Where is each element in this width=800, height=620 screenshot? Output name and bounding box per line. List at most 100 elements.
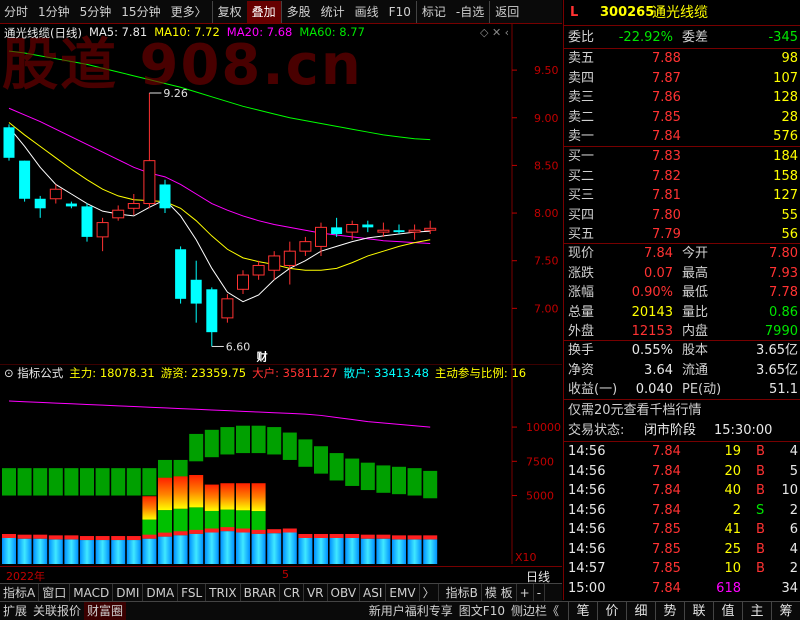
chart-settings-icon[interactable]: ◇ ✕ ‹ xyxy=(480,26,509,39)
indicator-tab[interactable]: EMV xyxy=(386,583,420,602)
bid-price: 7.80 xyxy=(652,207,681,223)
promo-row[interactable]: 仅需20元查看千档行情 xyxy=(564,401,800,421)
stat-value: 7.78 xyxy=(769,285,798,300)
ask-row: 卖五 7.88 98 xyxy=(564,49,800,69)
stack-bar-hot xyxy=(204,484,219,511)
side-tab[interactable]: 细 xyxy=(626,601,655,620)
candle xyxy=(331,217,343,237)
ma10-line xyxy=(8,122,431,271)
promo-text[interactable]: 仅需20元查看千档行情 xyxy=(568,401,702,421)
indicator-tab[interactable]: + xyxy=(517,583,534,602)
indicator-tab[interactable]: BRAR xyxy=(241,583,281,602)
indicator-tab[interactable]: 模 板 xyxy=(482,583,517,602)
retail-bar xyxy=(298,537,313,564)
tick-price: 7.85 xyxy=(652,561,681,576)
retail-bar xyxy=(345,537,360,564)
candle xyxy=(362,220,374,233)
bid-price: 7.82 xyxy=(652,168,681,184)
green-bar xyxy=(111,468,126,496)
side-tab[interactable]: 笔 xyxy=(568,601,597,620)
y-tick-label: 7500 xyxy=(526,455,554,468)
stat-label: PE(动) xyxy=(682,382,722,397)
green-bar xyxy=(95,468,110,496)
indicator-tab[interactable]: DMI xyxy=(113,583,144,602)
month-label: 5 xyxy=(282,568,289,581)
new-user-promo[interactable]: 新用户福利专享 xyxy=(366,602,456,620)
side-tab[interactable]: 势 xyxy=(655,601,684,620)
tick-count: 4 xyxy=(789,444,798,459)
retail-bar xyxy=(267,533,282,564)
toolbar-item[interactable]: F10 xyxy=(384,1,416,23)
ask-volume: 128 xyxy=(773,90,798,105)
indicator-tab[interactable]: OBV xyxy=(328,583,361,602)
green-bar xyxy=(17,468,32,496)
tick-price: 7.85 xyxy=(652,522,681,537)
bid-row: 买四 7.80 55 xyxy=(564,206,800,226)
side-tab[interactable]: 主 xyxy=(742,601,771,620)
tick-side: B xyxy=(756,444,765,459)
retail-bar xyxy=(220,531,235,564)
indicator-tab[interactable]: FSL xyxy=(178,583,207,602)
side-tab[interactable]: 价 xyxy=(597,601,626,620)
indicator-tab[interactable]: 指标A xyxy=(0,583,40,602)
indicator-chart[interactable]: 10000 7500 5000 X10 xyxy=(0,364,562,564)
indicator-tab[interactable]: - xyxy=(534,583,546,602)
tick-price: 7.84 xyxy=(652,502,681,518)
side-tab[interactable]: 值 xyxy=(713,601,742,620)
bid-volume: 55 xyxy=(781,207,798,223)
stat-value: 3.65亿 xyxy=(756,362,798,378)
wealth-circle-button[interactable]: 财富圈 xyxy=(84,601,127,620)
candle xyxy=(252,260,265,280)
toolbar-item[interactable]: 标记 xyxy=(415,0,451,23)
f10-graphic-button[interactable]: 图文F10 xyxy=(456,602,508,620)
ask-label: 卖一 xyxy=(568,129,595,144)
big-cap xyxy=(345,533,360,538)
stat-row: 涨幅 0.90% 最低 7.78 xyxy=(564,283,800,303)
green-bar xyxy=(267,427,282,455)
candle xyxy=(65,201,77,209)
big-cap xyxy=(314,533,328,538)
candle xyxy=(112,205,125,221)
stat-value: 51.1 xyxy=(769,382,798,397)
expand-button[interactable]: 扩展 xyxy=(0,602,30,620)
sidebar-toggle[interactable]: 侧边栏《 xyxy=(508,602,562,620)
weibi-label: 委比 xyxy=(568,30,595,45)
stat-value: 20143 xyxy=(631,304,673,320)
stat-label: 流通 xyxy=(682,362,709,378)
tick-count: 6 xyxy=(789,522,798,537)
big-cap xyxy=(376,534,391,539)
stack-bar-hot xyxy=(236,483,250,511)
indicator-tab[interactable]: 窗口 xyxy=(39,583,71,602)
side-tab[interactable]: 筹 xyxy=(771,601,800,620)
green-bar xyxy=(251,425,266,454)
big-cap xyxy=(267,529,282,534)
toolbar-item[interactable]: 返回 xyxy=(489,0,524,23)
stack-bar-hot xyxy=(220,483,235,510)
indicator-tab[interactable]: MACD xyxy=(70,583,114,602)
side-tab[interactable]: 联 xyxy=(684,601,713,620)
candle xyxy=(34,195,46,218)
ask-volume: 576 xyxy=(773,129,798,144)
indicator-tab[interactable]: DMA xyxy=(143,583,179,602)
retail-bar xyxy=(189,533,204,564)
indicator-title[interactable]: ⊙ 指标公式 xyxy=(4,365,63,381)
indicator-tab[interactable]: ASI xyxy=(360,583,387,602)
big-cap xyxy=(17,534,32,539)
indicator-tab[interactable]: 指标B xyxy=(443,583,482,602)
related-quote-button[interactable]: 关联报价 xyxy=(30,602,84,620)
toolbar-item[interactable]: -自选 xyxy=(451,1,489,23)
stock-name: 通光线缆 xyxy=(652,5,708,21)
bid-row: 买二 7.82 158 xyxy=(564,167,800,187)
stat-label: 最低 xyxy=(682,285,709,300)
big-cap xyxy=(189,529,204,534)
tick-volume: 20 xyxy=(724,463,741,479)
indicator-tab[interactable]: VR xyxy=(304,583,328,602)
bid-volume: 158 xyxy=(773,168,798,184)
indicator-tab[interactable]: CR xyxy=(280,583,304,602)
tick-volume: 19 xyxy=(724,444,741,459)
y-tick-label: 8.00 xyxy=(534,207,559,220)
indicator-tab[interactable]: TRIX xyxy=(206,583,241,602)
tick-count: 2 xyxy=(789,502,798,518)
indicator-tab[interactable]: 〉 xyxy=(420,583,439,602)
ma20-label: MA20: 7.68 xyxy=(226,25,293,39)
